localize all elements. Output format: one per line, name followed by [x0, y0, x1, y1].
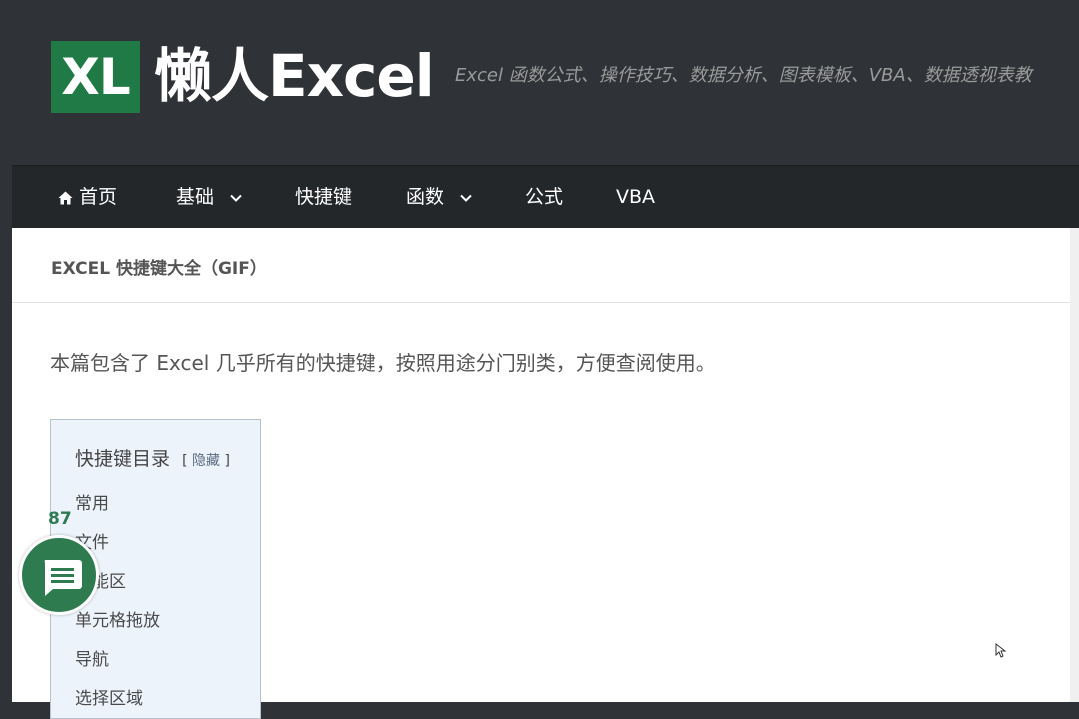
- chevron-down-icon: [230, 194, 242, 202]
- toc-item-select-range[interactable]: 选择区域: [75, 684, 143, 709]
- page-title: EXCEL 快捷键大全（GIF）: [51, 259, 267, 279]
- article-content: 本篇包含了 Excel 几乎所有的快捷键，按照用途分门别类，方便查阅使用。 快捷…: [12, 303, 1070, 719]
- toc-toggle[interactable]: [ 隐藏 ]: [182, 453, 230, 469]
- mouse-cursor-icon: [995, 642, 1007, 663]
- site-tagline: Excel 函数公式、操作技巧、数据分析、图表模板、VBA、数据透视表教: [455, 65, 1032, 86]
- toc-toggle-open-bracket: [: [182, 453, 188, 469]
- toc-item-common[interactable]: 常用: [75, 489, 109, 514]
- nav-item-shortcuts-label: 快捷键: [295, 186, 353, 208]
- message-icon: [44, 560, 82, 596]
- site-name[interactable]: 懒人Excel: [154, 36, 435, 116]
- main-nav: 首页 基础 快捷键 函数 公式 VBA: [12, 165, 1079, 228]
- nav-item-home-label: 首页: [79, 186, 118, 208]
- nav-item-formulas[interactable]: 公式: [525, 166, 563, 229]
- nav-item-basics-label: 基础: [176, 186, 215, 208]
- toc-header: 快捷键目录 [ 隐藏 ]: [75, 444, 230, 471]
- chevron-down-icon: [460, 194, 472, 202]
- toc-item-cell-drag-drop[interactable]: 单元格拖放: [75, 606, 160, 631]
- toc-title: 快捷键目录: [75, 448, 171, 470]
- article-intro: 本篇包含了 Excel 几乎所有的快捷键，按照用途分门别类，方便查阅使用。: [50, 351, 716, 375]
- nav-item-shortcuts[interactable]: 快捷键: [295, 166, 352, 229]
- nav-item-functions[interactable]: 函数: [406, 166, 472, 229]
- nav-item-vba-label: VBA: [616, 186, 656, 208]
- toc-toggle-close-bracket: ]: [224, 453, 230, 469]
- nav-item-functions-label: 函数: [406, 186, 445, 208]
- page-gutter: [1070, 228, 1079, 702]
- toc-item-navigation[interactable]: 导航: [75, 645, 109, 670]
- share-count: 87: [48, 509, 72, 529]
- site-header: XL 懒人Excel Excel 函数公式、操作技巧、数据分析、图表模板、VBA…: [0, 0, 1079, 165]
- nav-item-basics[interactable]: 基础: [176, 166, 242, 229]
- nav-item-formulas-label: 公式: [525, 186, 564, 208]
- nav-item-vba[interactable]: VBA: [616, 166, 655, 229]
- comment-share-button[interactable]: [19, 535, 99, 615]
- breadcrumb: EXCEL 快捷键大全（GIF）: [12, 228, 1070, 303]
- toc-hide-link[interactable]: 隐藏: [192, 453, 220, 469]
- site-logo-mark[interactable]: XL: [51, 41, 140, 113]
- nav-item-home[interactable]: 首页: [58, 166, 117, 229]
- home-icon: [58, 191, 73, 204]
